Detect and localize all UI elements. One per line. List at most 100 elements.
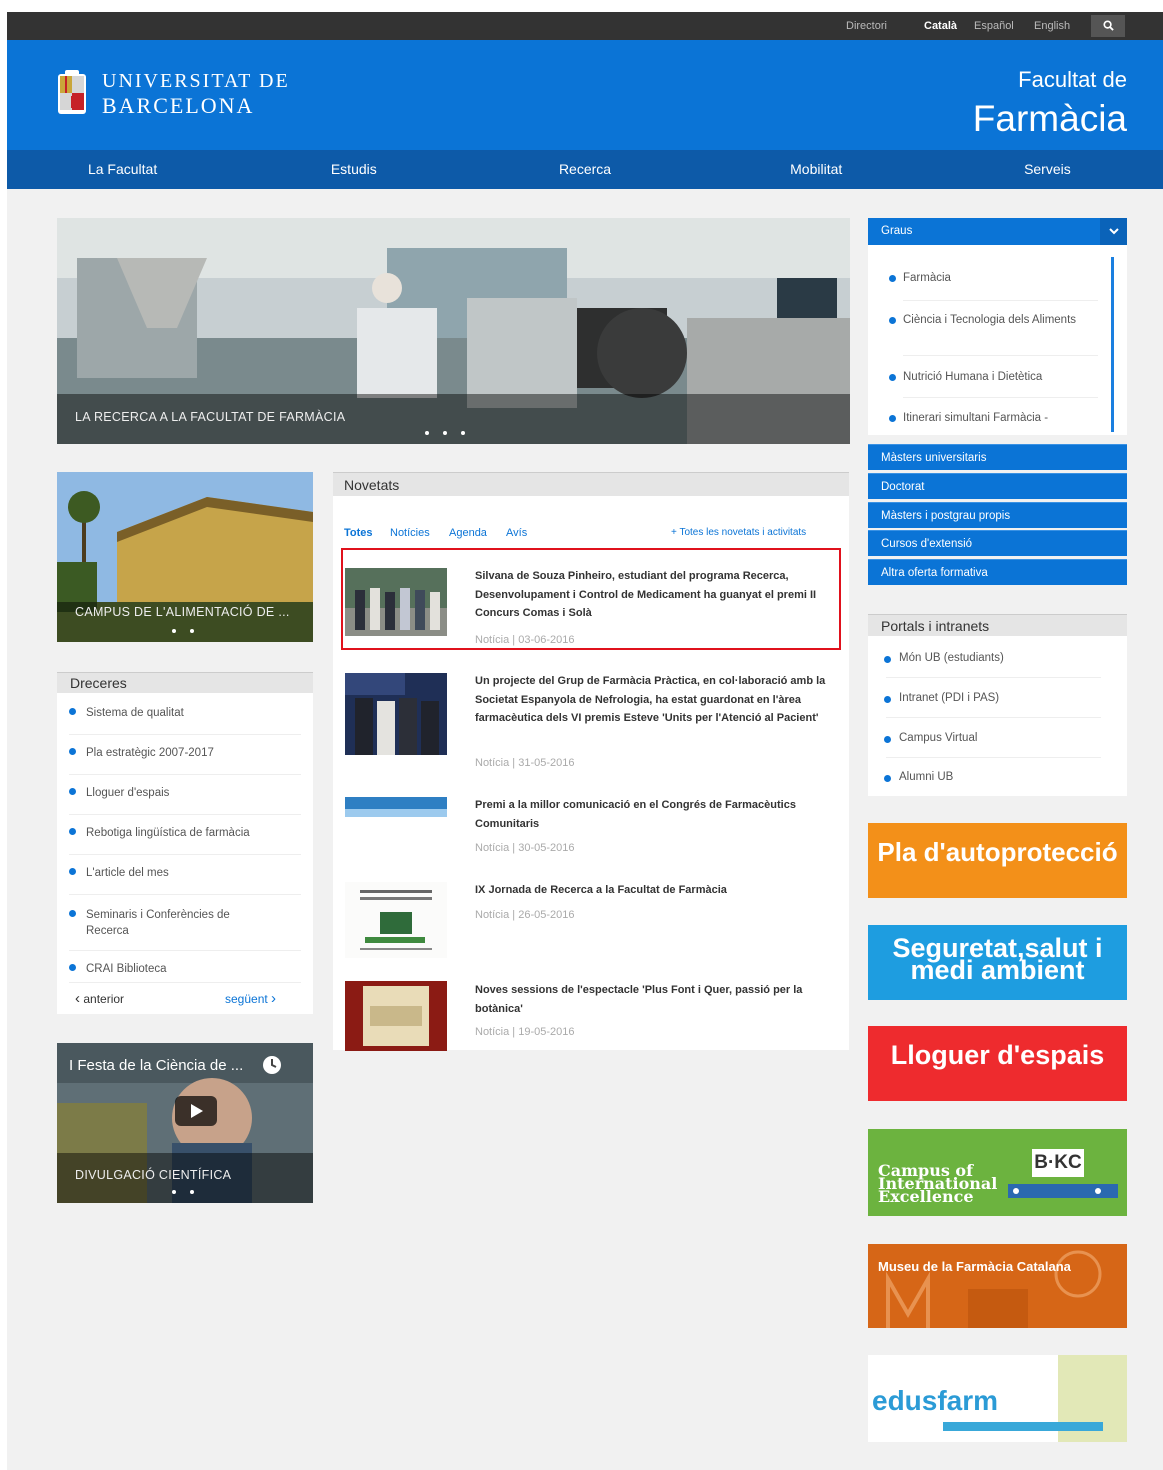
graus-item[interactable]: Ciència i Tecnologia dels Aliments [889, 312, 1083, 328]
novetats-title: Novetats [333, 472, 849, 496]
tab-totes[interactable]: Totes [344, 527, 373, 539]
search-button[interactable] [1091, 15, 1125, 37]
clock-icon[interactable] [262, 1055, 282, 1075]
chevron-down-icon [1100, 218, 1127, 245]
bullet-icon [69, 828, 76, 836]
video-slider[interactable]: I Festa de la Ciència de ... DIVULGACIÓ … [57, 1043, 313, 1203]
chevron-left-icon: ‹ [75, 990, 80, 1007]
hero-slider[interactable]: LA RECERCA A LA FACULTAT DE FARMÀCIA [57, 218, 850, 444]
graus-item[interactable]: Nutrició Humana i Dietètica [889, 369, 1083, 385]
graus-list: Farmàcia Ciència i Tecnologia dels Alime… [868, 245, 1127, 435]
nav-mobilitat[interactable]: Mobilitat [701, 150, 932, 189]
portal-item[interactable]: Alumni UB [884, 771, 953, 783]
bkc-logo: B·KC [1032, 1149, 1084, 1177]
dreceres-next-button[interactable]: següent › [225, 990, 276, 1007]
video-slider-dots[interactable] [172, 1190, 194, 1194]
news-title[interactable]: Un projecte del Grup de Farmàcia Pràctic… [475, 672, 835, 728]
news-title[interactable]: IX Jornada de Recerca a la Facultat de F… [475, 881, 835, 900]
dreceres-item[interactable]: Pla estratègic 2007-2017 [69, 747, 304, 759]
video-caption[interactable]: DIVULGACIÓ CIENTÍFICA [75, 1168, 231, 1182]
main-nav: La Facultat Estudis Recerca Mobilitat Se… [7, 150, 1163, 189]
news-date: Notícia | 19-05-2016 [475, 1026, 575, 1038]
site-header: UNIVERSITAT DE BARCELONA Facultat de Far… [7, 40, 1163, 150]
museu-background [868, 1244, 1127, 1328]
portals-block: Portals i intranets Món UB (estudiants) … [868, 614, 1127, 796]
doctorat-link[interactable]: Doctorat [868, 473, 1127, 499]
edusfarm-banner[interactable]: edusfarm [868, 1355, 1127, 1442]
dreceres-block: Dreceres Sistema de qualitat Pla estratè… [57, 672, 313, 1014]
portal-item[interactable]: Intranet (PDI i PAS) [884, 692, 999, 704]
dreceres-item[interactable]: Seminaris i Conferències de Recerca [69, 907, 269, 939]
tab-noticies[interactable]: Notícies [390, 527, 430, 539]
graus-dropdown[interactable]: Graus [868, 218, 1127, 245]
video-title[interactable]: I Festa de la Ciència de ... [69, 1057, 259, 1074]
nav-la-facultat[interactable]: La Facultat [7, 150, 238, 189]
dreceres-item[interactable]: L'article del mes [69, 867, 304, 879]
highlight-box [341, 548, 841, 650]
autoproteccio-banner[interactable]: Pla d'autoprotecció [868, 823, 1127, 898]
seguretat-banner[interactable]: Seguretat,salut i medi ambient [868, 925, 1127, 1000]
all-news-link[interactable]: + Totes les novetats i activitats [671, 527, 806, 538]
dreceres-item[interactable]: CRAI Biblioteca [69, 963, 304, 975]
news-date: Notícia | 30-05-2016 [475, 842, 575, 854]
cursos-extensio-link[interactable]: Cursos d'extensió [868, 530, 1127, 556]
dreceres-item[interactable]: Lloguer d'espais [69, 787, 304, 799]
play-button[interactable] [175, 1096, 217, 1126]
tab-avis[interactable]: Avís [506, 527, 527, 539]
lloguer-text: Lloguer d'espais [890, 1040, 1105, 1070]
nav-estudis[interactable]: Estudis [238, 150, 469, 189]
dreceres-prev-button[interactable]: ‹ anterior [75, 990, 124, 1007]
nav-recerca[interactable]: Recerca [469, 150, 700, 189]
lloguer-espais-banner[interactable]: Lloguer d'espais [868, 1026, 1127, 1101]
museu-farmacia-banner[interactable]: Museu de la Farmàcia Catalana [868, 1244, 1127, 1328]
page-frame: Directori Català Español English UNIVERS… [7, 12, 1163, 1470]
news-date: Notícia | 26-05-2016 [475, 909, 575, 921]
portal-item[interactable]: Campus Virtual [884, 732, 977, 744]
news-thumbnail[interactable] [345, 797, 447, 817]
language-espanol[interactable]: Español [974, 20, 1014, 32]
chevron-right-icon: › [271, 990, 277, 1007]
campus-slider-dots[interactable] [172, 629, 194, 633]
news-thumbnail[interactable] [345, 882, 447, 958]
dreceres-item[interactable]: Sistema de qualitat [69, 707, 304, 719]
hero-caption[interactable]: LA RECERCA A LA FACULTAT DE FARMÀCIA [75, 410, 345, 424]
tab-agenda[interactable]: Agenda [449, 527, 487, 539]
search-icon [1102, 20, 1114, 31]
autoproteccio-text: Pla d'autoprotecció [877, 837, 1118, 867]
campus-excellence-banner[interactable]: Campus of International Excellence B·KC [868, 1129, 1127, 1216]
graus-scrollbar[interactable] [1111, 257, 1114, 432]
university-name-line2[interactable]: BARCELONA [102, 93, 254, 119]
masters-postgrau-link[interactable]: Màsters i postgrau propis [868, 502, 1127, 528]
graus-item[interactable]: Itinerari simultani Farmàcia - [889, 410, 1083, 426]
language-catala[interactable]: Català [924, 20, 957, 32]
nav-serveis[interactable]: Serveis [932, 150, 1163, 189]
graus-item[interactable]: Farmàcia [889, 270, 1083, 286]
news-title[interactable]: Premi a la millor comunicació en el Cong… [475, 796, 835, 833]
bullet-icon [69, 964, 76, 972]
seguretat-text-line2: medi ambient [910, 955, 1085, 985]
edusfarm-logo-text: edusfarm [872, 1385, 999, 1416]
ub-shield-icon[interactable] [57, 70, 87, 120]
top-bar: Directori Català Español English [7, 12, 1163, 40]
bullet-icon [69, 748, 76, 756]
directori-link[interactable]: Directori [846, 20, 887, 32]
hero-slider-dots[interactable] [425, 431, 465, 435]
news-thumbnail[interactable] [345, 981, 447, 1051]
portal-item[interactable]: Món UB (estudiants) [884, 652, 1004, 664]
campus-caption[interactable]: CAMPUS DE L'ALIMENTACIÓ DE ... [75, 605, 290, 619]
altra-oferta-link[interactable]: Altra oferta formativa [868, 559, 1127, 585]
play-icon [191, 1104, 203, 1118]
bullet-icon [69, 910, 76, 918]
university-name-line1[interactable]: UNIVERSITAT DE [102, 70, 290, 93]
faculty-subtitle: Facultat de [1018, 67, 1127, 92]
faculty-name[interactable]: Farmàcia [973, 98, 1127, 140]
news-date: Notícia | 31-05-2016 [475, 757, 575, 769]
dreceres-item[interactable]: Rebotiga lingüística de farmàcia [69, 827, 304, 839]
news-thumbnail[interactable] [345, 673, 447, 755]
bullet-icon [69, 788, 76, 796]
masters-universitaris-link[interactable]: Màsters universitaris [868, 444, 1127, 470]
bullet-icon [69, 868, 76, 876]
campus-slider[interactable]: CAMPUS DE L'ALIMENTACIÓ DE ... [57, 472, 313, 642]
language-english[interactable]: English [1034, 20, 1070, 32]
news-title[interactable]: Noves sessions de l'espectacle 'Plus Fon… [475, 981, 835, 1018]
